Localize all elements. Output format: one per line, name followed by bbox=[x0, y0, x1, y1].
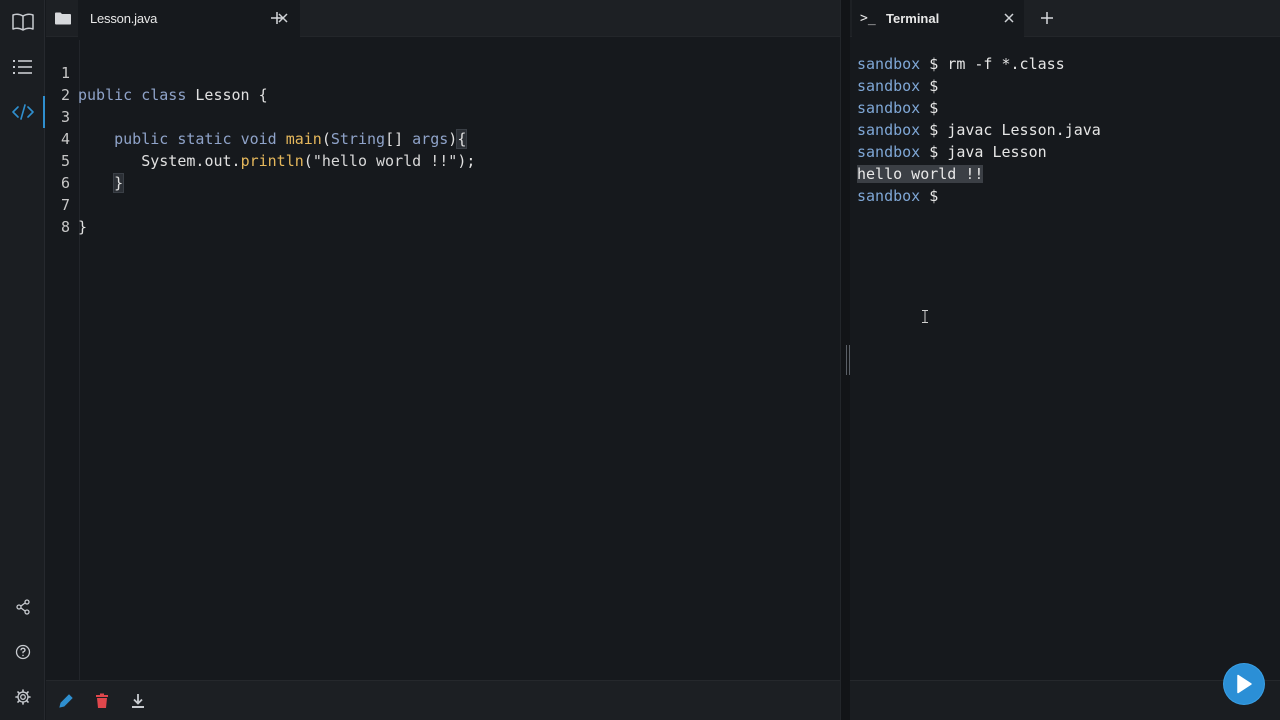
terminal-line: sandbox $ javac Lesson.java bbox=[857, 121, 1101, 139]
plus-icon bbox=[271, 12, 283, 24]
editor-pane: Lesson.java 1 public class Lesson { 2 3 … bbox=[46, 0, 840, 720]
code-icon[interactable] bbox=[0, 94, 45, 130]
code-line: 8 bbox=[46, 194, 840, 236]
text-cursor-icon bbox=[922, 310, 928, 323]
terminal-footer bbox=[850, 680, 1280, 720]
play-icon bbox=[1237, 674, 1252, 694]
prompt: sandbox bbox=[857, 121, 921, 139]
terminal-icon: >_ bbox=[860, 11, 876, 26]
prompt: sandbox bbox=[857, 99, 921, 117]
code-line: 1 public class Lesson { bbox=[46, 40, 840, 104]
terminal-pane: >_ Terminal sandbox $ rm -f *.class sand… bbox=[850, 0, 1280, 720]
add-terminal-button[interactable] bbox=[1036, 7, 1058, 29]
pencil-icon[interactable] bbox=[56, 691, 76, 711]
code-line: 5 } bbox=[46, 128, 840, 193]
prompt: sandbox bbox=[857, 55, 921, 73]
run-button[interactable] bbox=[1224, 664, 1264, 704]
checklist-icon[interactable] bbox=[0, 49, 45, 85]
code-line: 2 bbox=[46, 62, 840, 104]
selected-output: hello world !! bbox=[857, 165, 984, 183]
terminal-line: sandbox $ bbox=[857, 99, 939, 117]
plus-icon bbox=[1041, 12, 1053, 24]
code-editor[interactable]: 1 public class Lesson { 2 3 public stati… bbox=[46, 40, 840, 680]
settings-icon[interactable] bbox=[0, 679, 45, 715]
terminal-output[interactable]: sandbox $ rm -f *.class sandbox $ sandbo… bbox=[850, 40, 1280, 680]
prompt: sandbox bbox=[857, 143, 921, 161]
command: java Lesson bbox=[947, 143, 1047, 161]
terminal-line: sandbox $ bbox=[857, 77, 939, 95]
command: rm -f *.class bbox=[947, 55, 1065, 73]
tab-label: Terminal bbox=[886, 11, 940, 26]
activity-bar bbox=[0, 0, 45, 720]
help-icon[interactable] bbox=[0, 634, 45, 670]
terminal-line: sandbox $ java Lesson bbox=[857, 143, 1047, 161]
close-icon[interactable] bbox=[1000, 9, 1018, 27]
code-line: 3 public static void main(String[] args)… bbox=[46, 84, 840, 149]
add-tab-button[interactable] bbox=[266, 7, 288, 29]
code-line: 6 bbox=[46, 150, 840, 192]
share-icon[interactable] bbox=[0, 589, 45, 625]
prompt: sandbox bbox=[857, 187, 921, 205]
book-icon[interactable] bbox=[0, 4, 45, 40]
tab-label: Lesson.java bbox=[90, 11, 158, 26]
tab-terminal[interactable]: >_ Terminal bbox=[852, 0, 1024, 37]
download-icon[interactable] bbox=[128, 691, 148, 711]
editor-toolbar bbox=[46, 680, 840, 720]
terminal-line: sandbox $ bbox=[857, 187, 939, 205]
command: javac Lesson.java bbox=[947, 121, 1101, 139]
trash-icon[interactable] bbox=[92, 691, 112, 711]
folder-icon[interactable] bbox=[50, 6, 76, 30]
terminal-tabbar: >_ Terminal bbox=[850, 0, 1280, 37]
code-line: 7 } bbox=[46, 172, 840, 236]
terminal-output-line: hello world !! bbox=[857, 163, 984, 185]
code-line: 4 System.out.println("hello world !!"); bbox=[46, 106, 840, 170]
line-number: 8 bbox=[60, 218, 70, 236]
active-indicator bbox=[43, 96, 45, 128]
prompt: sandbox bbox=[857, 77, 921, 95]
editor-tabbar: Lesson.java bbox=[46, 0, 840, 37]
terminal-line: sandbox $ rm -f *.class bbox=[857, 55, 1065, 73]
